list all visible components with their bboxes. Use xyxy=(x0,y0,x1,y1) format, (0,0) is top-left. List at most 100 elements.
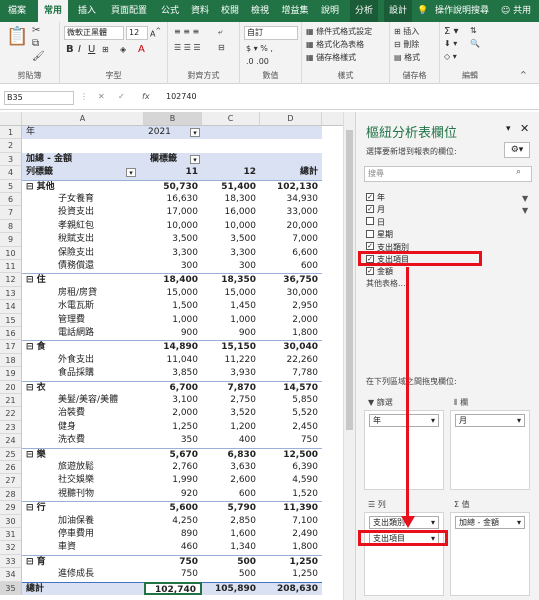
row-header[interactable]: 23 xyxy=(0,420,22,435)
tab-page-layout[interactable]: 頁面配置 xyxy=(104,0,154,22)
vertical-scrollbar[interactable] xyxy=(343,112,355,600)
row-header[interactable]: 5 xyxy=(0,179,22,193)
cell-a33[interactable]: ⊟ 育 xyxy=(22,554,144,568)
row-header[interactable]: 3 xyxy=(0,152,22,167)
tab-design[interactable]: 設計 xyxy=(384,0,412,22)
cell-a18[interactable]: 外食支出 xyxy=(22,354,144,367)
find-select-icon[interactable]: 🔍 xyxy=(470,39,480,48)
row-header[interactable]: 28 xyxy=(0,487,22,502)
value-chip-sum[interactable]: 加總 - 金額 ▾ xyxy=(455,516,525,529)
cell-a21[interactable]: 美髮/美容/美體 xyxy=(22,394,144,407)
cell-a12[interactable]: ⊟ 住 xyxy=(22,273,144,286)
row-header[interactable]: 33 xyxy=(0,554,22,569)
column-chip-month[interactable]: 月 ▾ xyxy=(455,414,525,427)
row-header[interactable]: 35 xyxy=(0,581,22,595)
enter-icon[interactable]: ✓ xyxy=(118,92,125,101)
row-header[interactable]: 17 xyxy=(0,340,22,354)
font-size-select[interactable]: 12 xyxy=(126,26,148,40)
insert-cells-button[interactable]: ⊞ 插入 xyxy=(394,26,419,37)
cell-a8[interactable]: 孝親紅包 xyxy=(22,220,144,233)
cell-styles-button[interactable]: ▦ 儲存格樣式 xyxy=(306,52,356,63)
grow-font-icon[interactable]: A^ xyxy=(150,27,161,39)
tab-file[interactable]: 檔案 xyxy=(0,0,34,22)
cell-b23[interactable]: 1,250 xyxy=(144,421,202,434)
currency-icon[interactable]: $ ▾ % , xyxy=(246,44,273,53)
bold-icon[interactable]: B xyxy=(66,44,74,55)
cell-a3[interactable]: 加總 - 金額 xyxy=(22,152,144,167)
row-header[interactable]: 13 xyxy=(0,286,22,301)
tab-home[interactable]: 常用 xyxy=(38,0,68,22)
cell-b28[interactable]: 920 xyxy=(144,488,202,501)
field-item[interactable]: ✓ 金額 xyxy=(366,266,393,278)
cell-d2[interactable] xyxy=(260,139,322,152)
paste-icon[interactable]: 📋 xyxy=(6,26,28,47)
col-header-d[interactable]: D xyxy=(260,112,322,126)
checkbox-icon[interactable] xyxy=(366,229,374,238)
cell-a19[interactable]: 食品採購 xyxy=(22,367,144,380)
cell-a24[interactable]: 洗衣費 xyxy=(22,434,144,447)
checked-checkbox-icon[interactable]: ✓ xyxy=(366,266,374,275)
cell-d14[interactable]: 2,950 xyxy=(260,300,322,313)
cell-a25[interactable]: ⊟ 樂 xyxy=(22,447,144,461)
cell-d18[interactable]: 22,260 xyxy=(260,354,322,367)
cell-a28[interactable]: 視聽刊物 xyxy=(22,488,144,501)
row-header[interactable]: 1 xyxy=(0,126,22,140)
cell-b9[interactable]: 3,500 xyxy=(144,233,202,246)
format-cells-button[interactable]: ▤ 格式 xyxy=(394,52,420,63)
align-left-icon[interactable]: ☰ ☰ ☰ xyxy=(174,43,201,52)
cell-d16[interactable]: 1,800 xyxy=(260,327,322,340)
cell-d30[interactable]: 7,100 xyxy=(260,515,322,528)
cell-a26[interactable]: 旅遊放鬆 xyxy=(22,461,144,474)
cell-d11[interactable]: 600 xyxy=(260,260,322,273)
sort-filter-icon[interactable]: ⇅ xyxy=(470,26,477,35)
cell-b34[interactable]: 750 xyxy=(144,568,202,581)
copy-icon[interactable]: ⧉ xyxy=(32,38,39,49)
row-header[interactable]: 21 xyxy=(0,394,22,408)
tell-me-search[interactable]: 操作說明搜尋 xyxy=(430,0,494,22)
cell-c10[interactable]: 3,300 xyxy=(202,247,260,260)
tab-help[interactable]: 說明 xyxy=(316,0,344,22)
cell-d10[interactable]: 6,600 xyxy=(260,247,322,260)
checked-checkbox-icon[interactable]: ✓ xyxy=(366,204,374,213)
cell-a14[interactable]: 水電瓦斯 xyxy=(22,300,144,313)
tab-addins[interactable]: 增益集 xyxy=(276,0,314,22)
tab-data[interactable]: 資料 xyxy=(186,0,214,22)
row-header[interactable]: 29 xyxy=(0,501,22,515)
italic-icon[interactable]: I xyxy=(78,44,81,55)
row-header[interactable]: 11 xyxy=(0,260,22,274)
cell-c29[interactable]: 5,790 xyxy=(202,501,260,514)
cell-a34[interactable]: 進修成長 xyxy=(22,568,144,581)
cell-d5[interactable]: 102,130 xyxy=(260,179,322,193)
cell-b21[interactable]: 3,100 xyxy=(144,394,202,407)
row-header[interactable]: 18 xyxy=(0,353,22,368)
checked-checkbox-icon[interactable]: ✓ xyxy=(366,242,374,251)
tab-insert[interactable]: 插入 xyxy=(72,0,102,22)
cancel-icon[interactable]: ✕ xyxy=(98,92,105,101)
cell-c21[interactable]: 2,750 xyxy=(202,394,260,407)
cell-a16[interactable]: 電話網路 xyxy=(22,327,144,340)
panel-close-icon[interactable]: ✕ xyxy=(520,122,529,135)
cell-c6[interactable]: 18,300 xyxy=(202,193,260,206)
cell-a17[interactable]: ⊟ 食 xyxy=(22,340,144,353)
cell-c9[interactable]: 3,500 xyxy=(202,233,260,246)
cell-b6[interactable]: 16,630 xyxy=(144,193,202,206)
cell-c20[interactable]: 7,870 xyxy=(202,380,260,394)
cell-c4[interactable]: 12 xyxy=(202,166,260,180)
align-top-icon[interactable]: ≡ ≡ ≡ xyxy=(174,27,199,36)
cell-c14[interactable]: 1,450 xyxy=(202,300,260,313)
row-header[interactable]: 32 xyxy=(0,541,22,555)
cell-a11[interactable]: 債務償還 xyxy=(22,260,144,273)
share-button[interactable]: ☺ 共用 xyxy=(496,0,536,22)
cell-d33[interactable]: 1,250 xyxy=(260,554,322,568)
field-item[interactable]: ✓ 年 xyxy=(366,192,385,204)
more-tables-link[interactable]: 其他表格... xyxy=(366,278,406,290)
cell-d31[interactable]: 2,490 xyxy=(260,528,322,541)
row-header[interactable]: 26 xyxy=(0,461,22,475)
delete-cells-button[interactable]: ⊟ 刪除 xyxy=(394,39,419,50)
cell-d19[interactable]: 7,780 xyxy=(260,367,322,380)
cell-a35[interactable]: 總計 xyxy=(22,581,144,595)
cell-c33[interactable]: 500 xyxy=(202,554,260,568)
cell-b19[interactable]: 3,850 xyxy=(144,367,202,380)
cell-b27[interactable]: 1,990 xyxy=(144,474,202,487)
cell-a5[interactable]: ⊟ 其他 xyxy=(22,179,144,193)
